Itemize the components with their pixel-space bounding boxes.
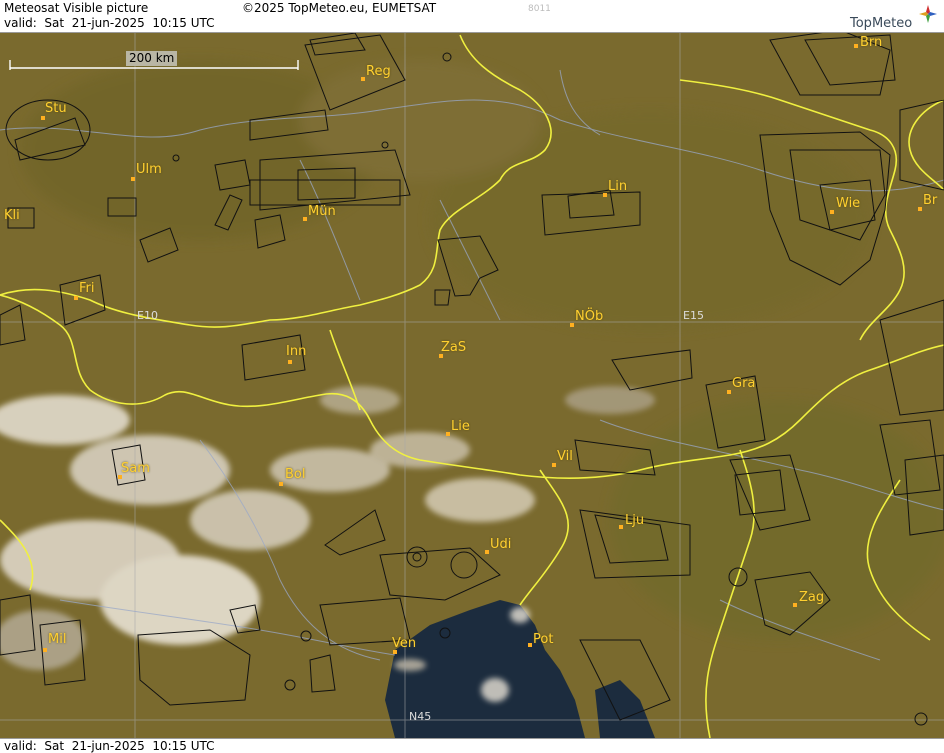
city-label-br: Br (923, 193, 938, 208)
city-label-reg: Reg (366, 64, 391, 79)
logo-text: TopMeteo (850, 16, 913, 31)
image-code: 8011 (528, 4, 551, 14)
city-label-sam: Sam (121, 461, 150, 476)
city-label-stu: Stu (45, 101, 67, 116)
footer-valid-time: valid: Sat 21-jun-2025 10:15 UTC (4, 739, 215, 753)
city-label-wie: Wie (836, 196, 861, 211)
picture-title: Meteosat Visible picture (4, 1, 149, 15)
valid-time: valid: Sat 21-jun-2025 10:15 UTC (4, 16, 215, 30)
scale-label: 200 km (126, 51, 178, 66)
city-label-bol: Bol (285, 467, 306, 482)
grid-label-e15: E15 (683, 309, 704, 322)
topmeteo-logo[interactable]: TopMeteo (848, 2, 944, 32)
city-label-udi: Udi (490, 537, 512, 552)
city-label-pot: Pot (533, 632, 554, 647)
copyright-text: ©2025 TopMeteo.eu, EUMETSAT (242, 1, 437, 15)
city-label-mil: Mil (48, 632, 67, 647)
city-label-ven: Ven (392, 636, 417, 651)
city-label-zag: Zag (799, 590, 825, 605)
city-label-kli: Kli (4, 208, 20, 223)
city-label-ulm: Ulm (136, 162, 162, 177)
city-label-vil: Vil (557, 449, 573, 464)
city-label-lie: Lie (451, 419, 470, 434)
city-label-zas: ZaS (441, 340, 467, 355)
city-label-gra: Gra (732, 376, 756, 391)
header-bar: Meteosat Visible picture valid: Sat 21-j… (0, 0, 944, 33)
satellite-map[interactable]: 200 km E10 E15 N45 Reg Brn Stu Ulm Mün L… (0, 33, 944, 738)
city-label-fri: Fri (79, 281, 95, 296)
city-label-nob: NÖb (575, 309, 604, 324)
footer-bar: valid: Sat 21-jun-2025 10:15 UTC (0, 738, 944, 753)
city-label-brn: Brn (860, 35, 883, 50)
city-label-lju: Lju (625, 513, 645, 528)
map-canvas (0, 33, 944, 738)
city-label-mun: Mün (308, 204, 336, 219)
grid-label-e10: E10 (137, 309, 158, 322)
city-label-lin: Lin (608, 179, 628, 194)
grid-label-n45: N45 (409, 710, 432, 723)
city-label-inn: Inn (286, 344, 307, 359)
